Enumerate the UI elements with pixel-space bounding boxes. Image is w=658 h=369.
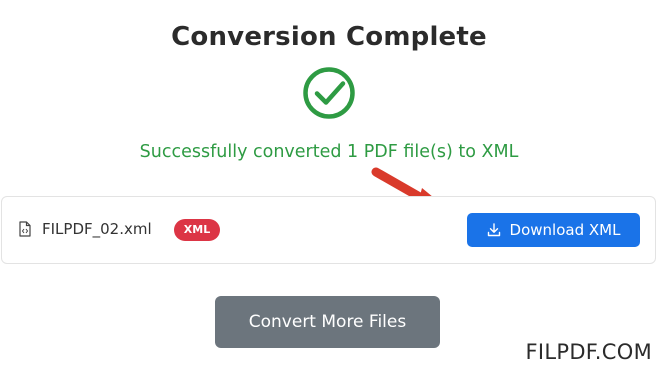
convert-more-files-button[interactable]: Convert More Files: [215, 296, 440, 348]
file-code-icon: [19, 221, 31, 237]
check-circle-icon: [303, 67, 355, 119]
format-badge: XML: [174, 219, 220, 241]
page-title: Conversion Complete: [171, 22, 487, 52]
conversion-result-page: Conversion Complete Successfully convert…: [0, 0, 658, 369]
success-message: Successfully converted 1 PDF file(s) to …: [139, 142, 519, 162]
download-xml-button[interactable]: Download XML: [467, 213, 640, 247]
watermark: FILPDF.COM: [525, 340, 652, 364]
download-icon: [487, 223, 500, 237]
file-result-card: FILPDF_02.xml XML Download XML: [1, 196, 656, 264]
file-name: FILPDF_02.xml: [42, 220, 152, 238]
download-button-label: Download XML: [509, 221, 621, 239]
